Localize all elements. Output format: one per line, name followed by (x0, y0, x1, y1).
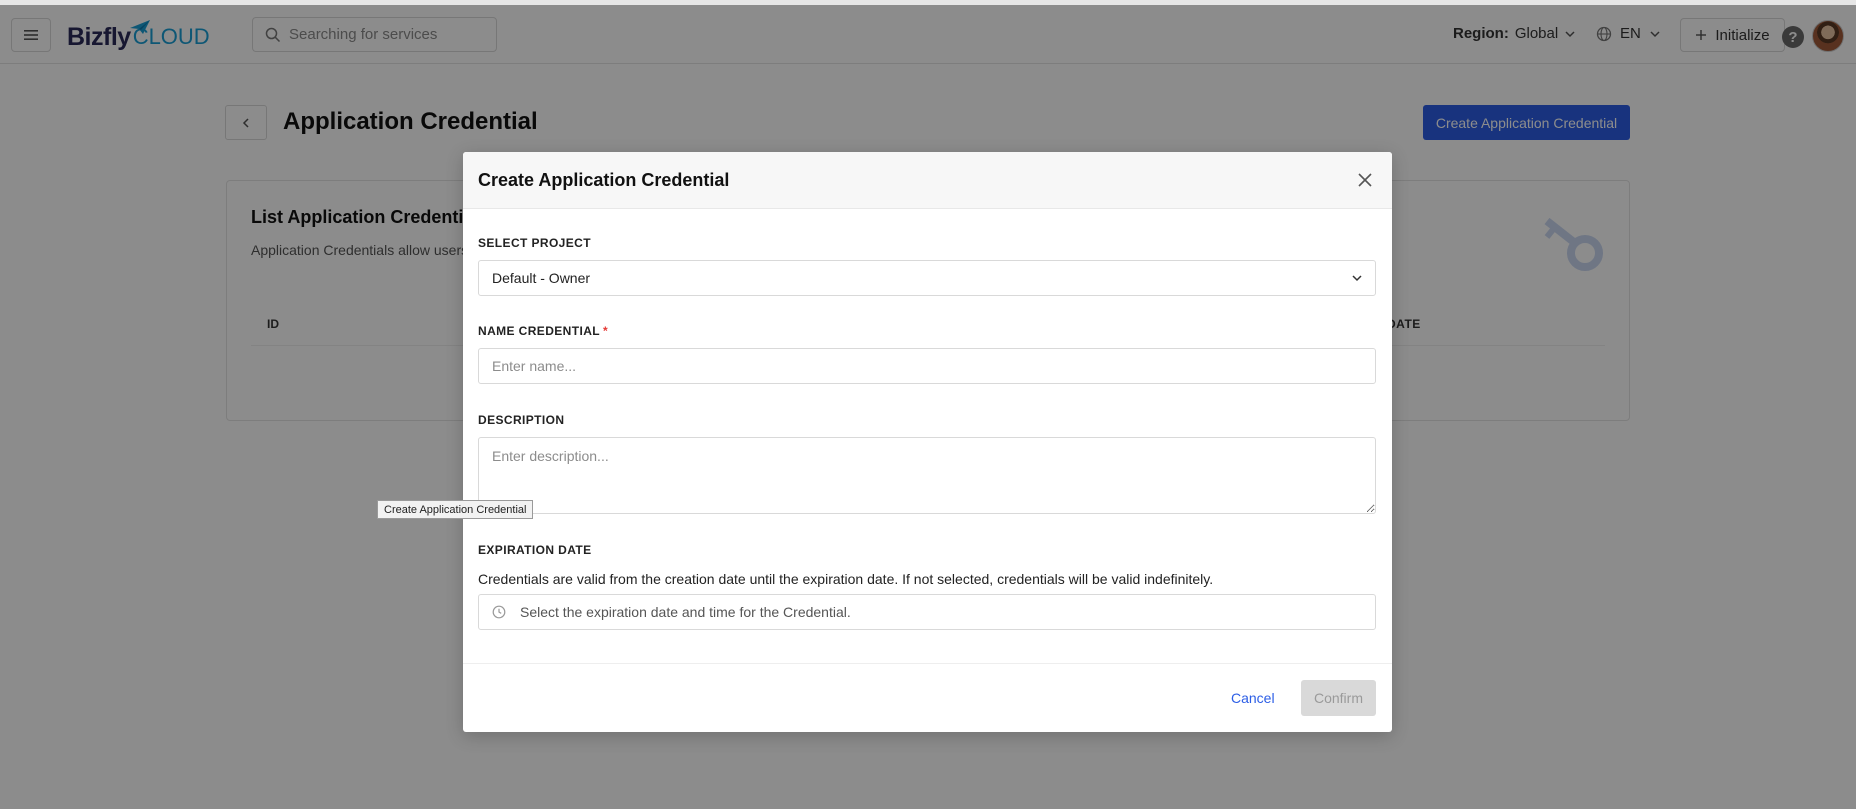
description-textarea[interactable] (478, 437, 1376, 514)
name-credential-label-text: NAME CREDENTIAL (478, 324, 600, 338)
project-select[interactable]: Default - Owner (478, 260, 1376, 296)
expiration-date-label: EXPIRATION DATE (478, 543, 592, 557)
name-credential-input[interactable] (478, 348, 1376, 384)
description-label: DESCRIPTION (478, 413, 565, 427)
button-tooltip: Create Application Credential (377, 500, 534, 519)
select-project-label: SELECT PROJECT (478, 236, 591, 250)
name-credential-label: NAME CREDENTIAL * (478, 324, 608, 338)
expiration-date-picker[interactable]: Select the expiration date and time for … (478, 594, 1376, 630)
modal-header: Create Application Credential (463, 152, 1392, 209)
modal-footer-divider (463, 663, 1392, 664)
close-icon (1358, 173, 1372, 187)
expiration-placeholder: Select the expiration date and time for … (520, 604, 851, 620)
confirm-button[interactable]: Confirm (1301, 680, 1376, 716)
create-credential-modal: Create Application Credential SELECT PRO… (463, 152, 1392, 732)
expiration-note: Credentials are valid from the creation … (478, 571, 1214, 587)
project-select-value: Default - Owner (492, 270, 591, 286)
chevron-down-icon (1352, 275, 1362, 282)
clock-icon (492, 605, 506, 619)
required-asterisk: * (603, 324, 609, 338)
cancel-button[interactable]: Cancel (1231, 680, 1275, 716)
close-button[interactable] (1356, 171, 1374, 189)
modal-title: Create Application Credential (478, 170, 730, 190)
